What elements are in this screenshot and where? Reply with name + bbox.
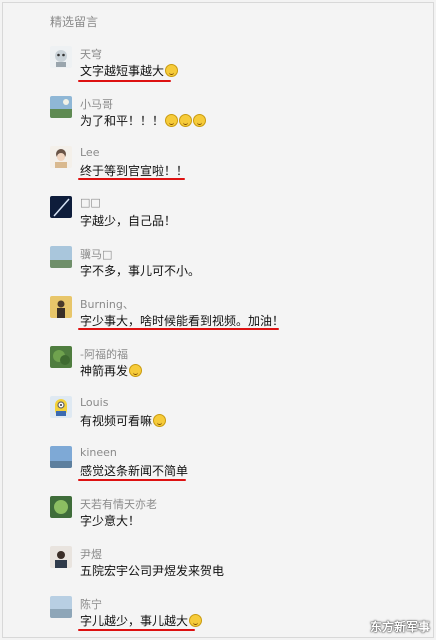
watermark-logo: 东方新军事: [369, 620, 430, 634]
portrait-avatar[interactable]: [50, 546, 72, 568]
sky-avatar[interactable]: [50, 596, 72, 618]
comment-nickname: -阿福的福: [80, 348, 128, 361]
comment-nickname: 尹煜: [80, 548, 102, 561]
sky-avatar[interactable]: [50, 446, 72, 468]
grin-emoji-icon: [193, 114, 207, 127]
comment-text: 神箭再发: [80, 362, 143, 379]
grin-emoji-icon: [189, 614, 203, 627]
comment-item: 天穹 文字越短事越大: [3, 46, 435, 96]
grin-emoji-icon: [153, 414, 167, 427]
comment-nickname: 陈宁: [80, 598, 102, 611]
comment-item: Lee 终于等到官宣啦！！: [3, 146, 435, 196]
grin-emoji-icon: [179, 114, 193, 127]
robot-avatar[interactable]: [50, 46, 72, 68]
figure-avatar[interactable]: [50, 296, 72, 318]
comment-item: 骥马□ 字不多，事儿可不小。: [3, 246, 435, 296]
wink-emoji-icon: [129, 364, 143, 377]
comment-item: Burning、 字少事大，啥时候能看到视频。加油！: [3, 296, 435, 346]
section-title: 精选留言: [50, 15, 99, 29]
comment-text: 文字越短事越大: [80, 62, 179, 79]
red-underline: [78, 328, 279, 330]
red-underline: [78, 629, 195, 631]
comment-text: 字不多，事儿可不小。: [80, 264, 201, 278]
comment-panel: 精选留言 天穹 文字越短事越大 小马哥 为了和平！！！ Lee 终于等到官宣啦！…: [2, 2, 434, 638]
comment-nickname: □□: [80, 196, 101, 209]
comment-text: 五院宏宇公司尹煜发来贺电: [80, 564, 225, 578]
comment-nickname: 骥马□: [80, 248, 113, 261]
grin-emoji-icon: [165, 64, 179, 77]
red-underline: [78, 479, 186, 481]
comment-text: 字少事大，啥时候能看到视频。加油！: [80, 314, 285, 328]
comment-text: 有视频可看嘛: [80, 412, 167, 429]
comment-nickname: kineen: [80, 446, 117, 459]
comment-text: 字越少，自己品！: [80, 214, 177, 228]
landscape-avatar[interactable]: [50, 96, 72, 118]
comment-nickname: 天穹: [80, 48, 102, 61]
comment-item: 小马哥 为了和平！！！: [3, 96, 435, 146]
dark-avatar[interactable]: [50, 196, 72, 218]
sky-avatar[interactable]: [50, 246, 72, 268]
comment-nickname: 天若有情天亦老: [80, 498, 157, 511]
comment-nickname: Burning、: [80, 298, 134, 311]
red-underline: [78, 178, 185, 180]
grin-emoji-icon: [165, 114, 179, 127]
comment-text: 终于等到官宣啦！！: [80, 164, 189, 178]
comment-item: kineen 感觉这条新闻不简单: [3, 446, 435, 496]
comment-text: 感觉这条新闻不简单: [80, 464, 189, 478]
comment-text: 字儿越少，事儿越大: [80, 612, 203, 629]
green-avatar[interactable]: [50, 346, 72, 368]
comment-nickname: Lee: [80, 146, 100, 159]
person-avatar[interactable]: [50, 146, 72, 168]
comment-text: 为了和平！！！: [80, 112, 207, 129]
comment-item: Louis 有视频可看嘛: [3, 396, 435, 446]
green-avatar[interactable]: [50, 496, 72, 518]
comment-item: □□ 字越少，自己品！: [3, 196, 435, 246]
comment-item: -阿福的福 神箭再发: [3, 346, 435, 396]
comment-item: 天若有情天亦老 字少意大！: [3, 496, 435, 546]
comment-text: 字少意大！: [80, 514, 141, 528]
red-underline: [78, 80, 171, 82]
comment-nickname: Louis: [80, 396, 109, 409]
comment-item: 尹煜 五院宏宇公司尹煜发来贺电: [3, 546, 435, 596]
comment-nickname: 小马哥: [80, 98, 113, 111]
minion-avatar[interactable]: [50, 396, 72, 418]
